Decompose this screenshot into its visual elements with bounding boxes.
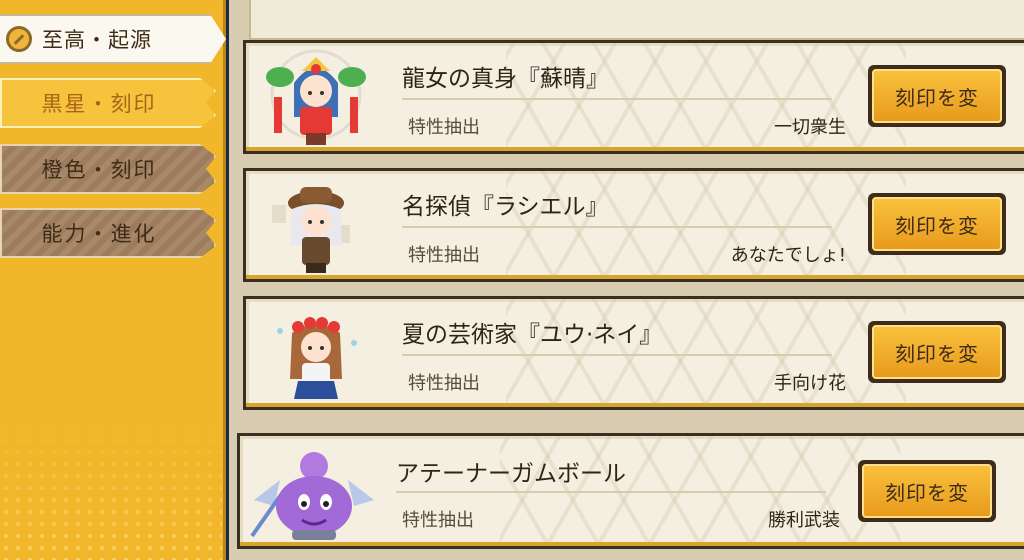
dragon-maiden-avatar-icon xyxy=(266,47,366,151)
character-name: 名探偵『ラシエル』 xyxy=(402,194,609,220)
tab-label: 黒星・刻印 xyxy=(41,92,157,116)
trait-extract-label: 特性抽出 xyxy=(408,373,480,394)
character-card: 名探偵『ラシエル』 特性抽出 あなたでしょ! 刻印を変 xyxy=(243,168,1024,282)
artist-avatar-icon xyxy=(266,303,366,407)
sidebar: 至高・起源 黒星・刻印 橙色・刻印 能力・進化 xyxy=(0,0,226,560)
tab-label: 能力・進化 xyxy=(41,222,157,246)
change-imprint-label: 刻印を変 xyxy=(872,197,1002,251)
divider xyxy=(402,354,832,356)
coin-icon xyxy=(6,26,32,52)
trait-extract-label: 特性抽出 xyxy=(408,117,480,138)
trait-extract-label: 特性抽出 xyxy=(408,245,480,266)
divider xyxy=(402,226,832,228)
tab-orange-imprint[interactable]: 橙色・刻印 xyxy=(0,144,216,194)
tab-label: 橙色・刻印 xyxy=(41,158,157,182)
change-imprint-label: 刻印を変 xyxy=(862,464,992,518)
change-imprint-button[interactable]: 刻印を変 xyxy=(868,321,1006,383)
character-card: 龍女の真身『蘇晴』 特性抽出 一切衆生 刻印を変 xyxy=(243,40,1024,154)
gumball-slime-avatar-icon xyxy=(244,440,384,544)
character-card: 夏の芸術家『ユウ·ネイ』 特性抽出 手向け花 刻印を変 xyxy=(243,296,1024,410)
trait-value: 手向け花 xyxy=(774,373,846,394)
divider xyxy=(402,98,832,100)
character-name: 夏の芸術家『ユウ·ネイ』 xyxy=(402,322,663,348)
detective-avatar-icon xyxy=(266,175,366,279)
tab-supreme-origin-label: 至高・起源 xyxy=(42,28,152,52)
change-imprint-button[interactable]: 刻印を変 xyxy=(868,193,1006,255)
character-name: 龍女の真身『蘇晴』 xyxy=(402,66,609,92)
divider xyxy=(396,491,826,493)
tab-black-star-imprint[interactable]: 黒星・刻印 xyxy=(0,78,216,128)
character-card: アテーナーガムボール 特性抽出 勝利武装 刻印を変 xyxy=(237,433,1024,549)
sidebar-dot-pattern xyxy=(0,410,222,560)
list-top-edge xyxy=(249,0,1024,40)
change-imprint-button[interactable]: 刻印を変 xyxy=(858,460,996,522)
trait-extract-label: 特性抽出 xyxy=(402,510,474,531)
trait-value: あなたでしょ! xyxy=(730,245,846,266)
change-imprint-label: 刻印を変 xyxy=(872,325,1002,379)
character-list[interactable]: 龍女の真身『蘇晴』 特性抽出 一切衆生 刻印を変 名探偵『ラシエル』 特性抽出 xyxy=(229,0,1024,560)
trait-value: 勝利武装 xyxy=(768,510,840,531)
change-imprint-label: 刻印を変 xyxy=(872,69,1002,123)
change-imprint-button[interactable]: 刻印を変 xyxy=(868,65,1006,127)
character-name: アテーナーガムボール xyxy=(396,461,626,487)
trait-value: 一切衆生 xyxy=(774,117,846,138)
tab-ability-evolution[interactable]: 能力・進化 xyxy=(0,208,216,258)
tab-supreme-origin[interactable]: 至高・起源 xyxy=(0,14,226,64)
